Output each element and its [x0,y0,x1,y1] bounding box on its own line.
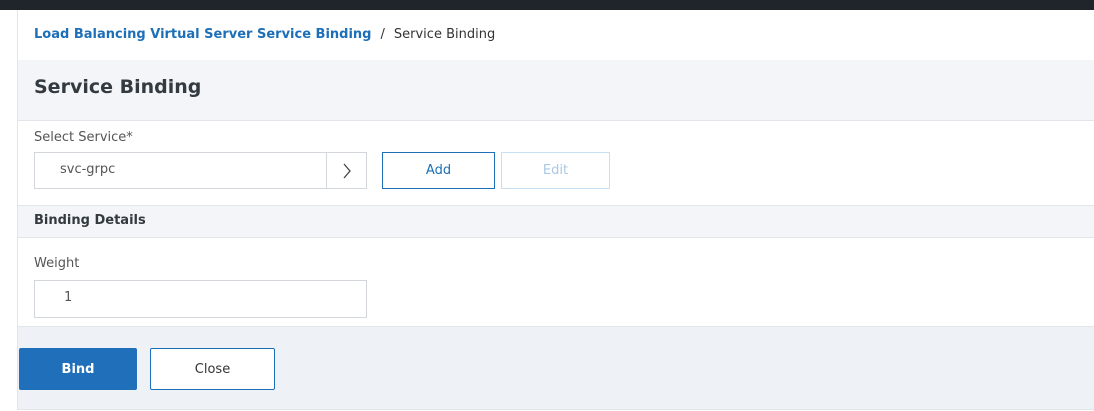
breadcrumb-current: Service Binding [393,27,496,42]
title-bar: Service Binding [18,60,1094,121]
select-service-label: Select Service* [34,130,133,145]
binding-details-title: Binding Details [34,213,146,228]
page-title: Service Binding [34,76,202,98]
service-select-arrow-button[interactable] [326,153,366,188]
weight-input-value: 1 [64,290,73,305]
service-select-value: svc-grpc [60,162,116,177]
binding-details-header: Binding Details [18,205,1094,238]
form-footer: Bind Close [18,326,1094,409]
bind-button[interactable]: Bind [19,348,137,390]
edit-service-button[interactable]: Edit [501,152,610,189]
close-button[interactable]: Close [150,348,275,390]
add-service-button[interactable]: Add [382,152,495,189]
weight-label: Weight [34,256,80,271]
service-select[interactable]: svc-grpc [34,152,367,189]
chevron-right-icon [343,163,351,178]
weight-input[interactable]: 1 [34,280,367,318]
breadcrumb: Load Balancing Virtual Server Service Bi… [34,26,495,44]
top-bar [0,0,1094,10]
binding-panel: Load Balancing Virtual Server Service Bi… [17,10,1094,410]
breadcrumb-parent-link[interactable]: Load Balancing Virtual Server Service Bi… [34,27,372,42]
breadcrumb-separator: / [380,27,385,42]
